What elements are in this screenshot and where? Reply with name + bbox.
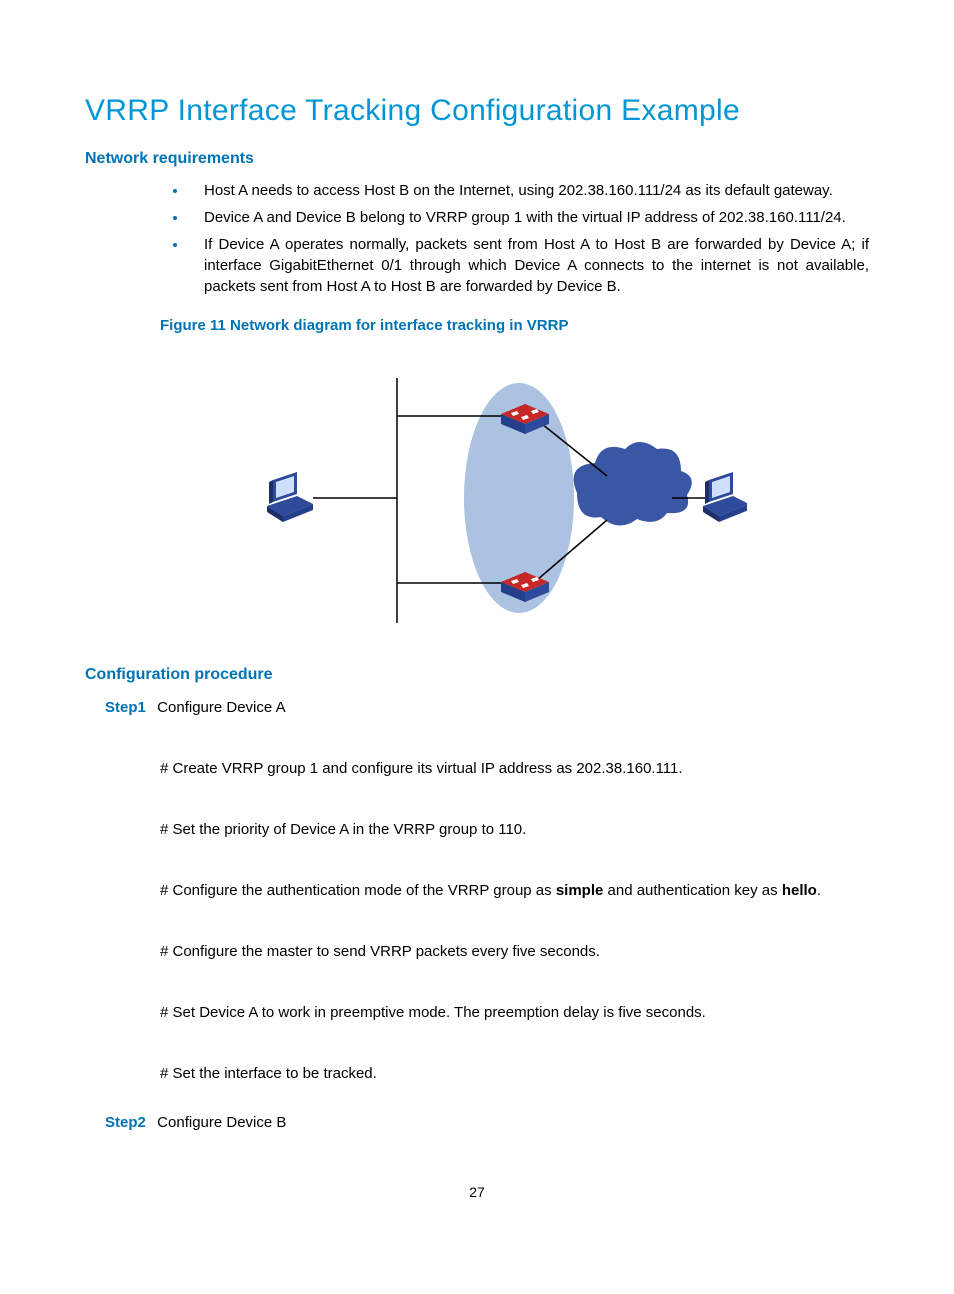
- step2-label: Step2: [105, 1112, 153, 1133]
- network-requirements-heading: Network requirements: [85, 148, 869, 170]
- page-title: VRRP Interface Tracking Configuration Ex…: [85, 90, 869, 132]
- step1-label: Step1: [105, 697, 153, 718]
- instruction: # Create VRRP group 1 and configure its …: [160, 758, 869, 779]
- instruction: # Configure the authentication mode of t…: [160, 880, 869, 901]
- step1-row: Step1 Configure Device A: [105, 697, 869, 718]
- step2-text: Configure Device B: [157, 1114, 286, 1131]
- step2-row: Step2 Configure Device B: [105, 1112, 869, 1133]
- step1-text: Configure Device A: [157, 699, 285, 716]
- instruction: # Set the priority of Device A in the VR…: [160, 819, 869, 840]
- config-procedure-heading: Configuration procedure: [85, 664, 869, 686]
- step1-procedure: # Create VRRP group 1 and configure its …: [160, 758, 869, 1084]
- list-item: If Device A operates normally, packets s…: [188, 234, 869, 297]
- list-item: Host A needs to access Host B on the Int…: [188, 180, 869, 201]
- instruction: # Set the interface to be tracked.: [160, 1063, 869, 1084]
- requirements-list: Host A needs to access Host B on the Int…: [160, 180, 869, 297]
- list-item: Device A and Device B belong to VRRP gro…: [188, 207, 869, 228]
- instruction: # Set Device A to work in preemptive mod…: [160, 1002, 869, 1023]
- network-diagram: [207, 358, 747, 638]
- figure-caption: Figure 11 Network diagram for interface …: [160, 315, 869, 336]
- page-number: 27: [85, 1183, 869, 1203]
- instruction: # Configure the master to send VRRP pack…: [160, 941, 869, 962]
